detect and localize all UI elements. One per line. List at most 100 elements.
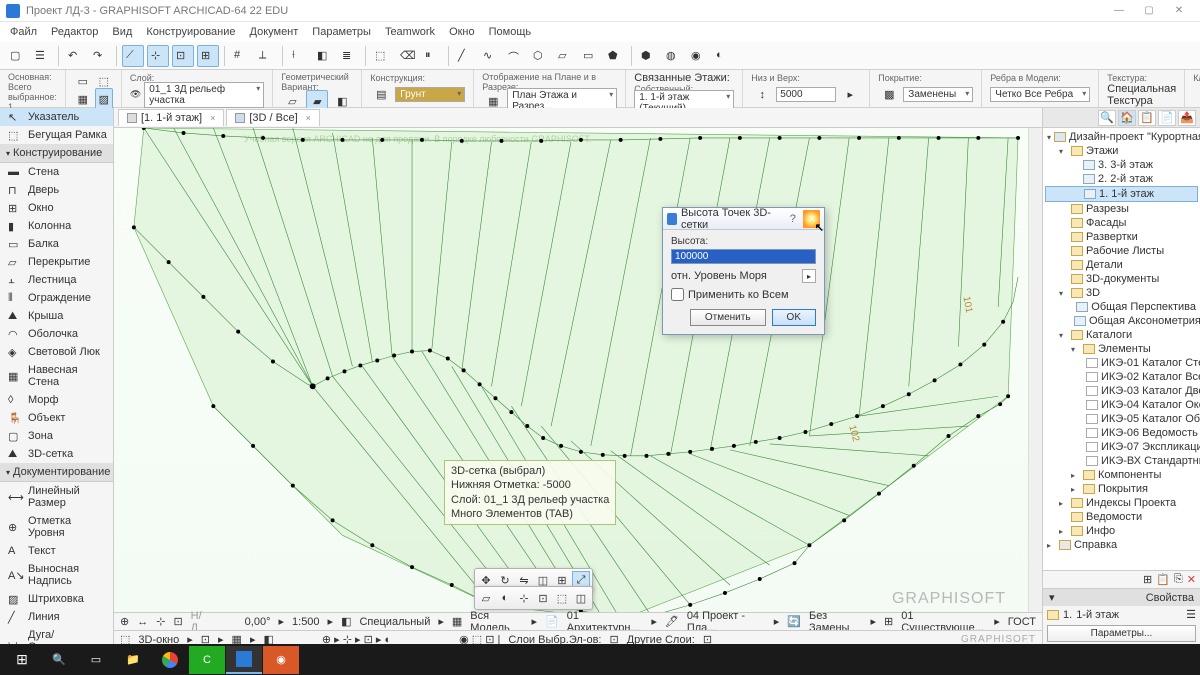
menu-design[interactable]: Конструирование bbox=[140, 24, 241, 40]
taskbar-explorer[interactable]: 📁 bbox=[115, 646, 151, 674]
props-btn[interactable]: ☰ bbox=[1186, 608, 1196, 621]
menu-document[interactable]: Документ bbox=[244, 24, 305, 40]
height-more[interactable]: ▸ bbox=[839, 84, 861, 106]
minimize-button[interactable]: — bbox=[1104, 1, 1134, 21]
tool-mesh[interactable]: ⛰3D-сетка bbox=[0, 445, 113, 463]
props-settings-button[interactable]: Параметры... bbox=[1047, 625, 1196, 642]
nav-tab-layout[interactable]: 📄 bbox=[1158, 110, 1176, 126]
nav-tab-view[interactable]: 📋 bbox=[1138, 110, 1156, 126]
tool-label[interactable]: A↘Выносная Надпись bbox=[0, 560, 113, 590]
dialog-height-input[interactable] bbox=[671, 249, 816, 264]
nav-action-2[interactable]: 📋 bbox=[1156, 573, 1170, 586]
taskbar-app2[interactable]: ◉ bbox=[263, 646, 299, 674]
tool-suspend[interactable]: ⏸ bbox=[421, 45, 443, 67]
nav-action-3[interactable]: ⎘ bbox=[1174, 573, 1183, 586]
nav-search[interactable]: 🔍 bbox=[1098, 110, 1116, 126]
tool-door[interactable]: ⊓Дверь bbox=[0, 181, 113, 199]
tool-morph[interactable]: ◊Морф bbox=[0, 391, 113, 409]
tool-text[interactable]: AТекст bbox=[0, 542, 113, 560]
tool-object[interactable]: 🪑Объект bbox=[0, 409, 113, 427]
pet2-6[interactable]: ◫ bbox=[572, 589, 590, 607]
tool-snap-2[interactable]: ⊹ bbox=[147, 45, 169, 67]
pet2-5[interactable]: ⬚ bbox=[553, 589, 571, 607]
tab-3d[interactable]: [3D / Все]× bbox=[226, 109, 320, 126]
tool-railing[interactable]: ⦀Ограждение bbox=[0, 289, 113, 307]
tool-stair[interactable]: ⫠Лестница bbox=[0, 271, 113, 289]
tool-line4[interactable]: ⬡ bbox=[529, 45, 551, 67]
menu-view[interactable]: Вид bbox=[106, 24, 138, 40]
tool-3d-4[interactable]: ◐ bbox=[712, 45, 734, 67]
nav-action-del[interactable]: ✕ bbox=[1187, 573, 1196, 586]
dialog-help-button[interactable]: ? bbox=[786, 213, 799, 225]
tab-floor-plan[interactable]: [1. 1-й этаж]× bbox=[118, 109, 224, 126]
tool-curtain[interactable]: ▦Навесная Стена bbox=[0, 361, 113, 391]
tool-trash[interactable]: ⌫ bbox=[396, 45, 418, 67]
tool-line7[interactable]: ⬟ bbox=[604, 45, 626, 67]
tool-line3[interactable]: ⌒ bbox=[504, 45, 526, 67]
tool-shell[interactable]: ◠Оболочка bbox=[0, 325, 113, 343]
pet2-2[interactable]: ◐ bbox=[496, 589, 514, 607]
tool-dim[interactable]: ⟷Линейный Размер bbox=[0, 482, 113, 512]
nav-tab-publisher[interactable]: 📤 bbox=[1178, 110, 1196, 126]
drawing-canvas[interactable]: Учебная версия ARCHICAD не для продажи. … bbox=[114, 128, 1028, 630]
constr-icon[interactable]: ▤ bbox=[370, 84, 392, 106]
nav-tab-project[interactable]: 🏠 bbox=[1118, 110, 1136, 126]
taskbar-start[interactable]: ⊞ bbox=[4, 646, 40, 674]
constr-select[interactable]: Грунт bbox=[395, 87, 465, 102]
tool-object[interactable]: ◧ bbox=[313, 45, 335, 67]
dialog-close-button[interactable]: ×↖ bbox=[803, 210, 820, 228]
tool-snap-4[interactable]: ⊞ bbox=[197, 45, 219, 67]
tool-3d-1[interactable]: ⬢ bbox=[637, 45, 659, 67]
tool-measure[interactable]: ⟊ bbox=[288, 45, 310, 67]
dialog-ref-button[interactable]: ▸ bbox=[802, 269, 816, 283]
tool-slab[interactable]: ▱Перекрытие bbox=[0, 253, 113, 271]
tool-3d-2[interactable]: ◍ bbox=[662, 45, 684, 67]
tool-grid[interactable]: # bbox=[230, 45, 252, 67]
height-input[interactable] bbox=[776, 87, 836, 102]
tool-line[interactable]: ╱Линия bbox=[0, 608, 113, 626]
layer-select[interactable]: 01_1 3Д рельеф участка bbox=[144, 82, 264, 108]
tree-item-floor1[interactable]: 1. 1-й этаж bbox=[1045, 186, 1198, 202]
cover-select[interactable]: Заменены bbox=[903, 87, 973, 102]
pet2-3[interactable]: ⊹ bbox=[515, 589, 533, 607]
menu-help[interactable]: Помощь bbox=[483, 24, 538, 40]
tool-open[interactable]: ☰ bbox=[31, 45, 53, 67]
taskbar-app1[interactable]: C bbox=[189, 646, 225, 674]
tool-line2[interactable]: ∿ bbox=[479, 45, 501, 67]
tool-pointer[interactable]: ↖Указатель bbox=[0, 108, 113, 126]
tool-snap-3[interactable]: ⊡ bbox=[172, 45, 194, 67]
tool-snap-1[interactable]: ⟋ bbox=[122, 45, 144, 67]
nav-action-1[interactable]: ⊞ bbox=[1143, 573, 1152, 586]
navigator-tree[interactable]: ▾Дизайн-проект "Курортная ностальгия" ▾Э… bbox=[1043, 128, 1200, 570]
tool-line6[interactable]: ▭ bbox=[579, 45, 601, 67]
menu-options[interactable]: Параметры bbox=[306, 24, 377, 40]
tool-level[interactable]: ⊕Отметка Уровня bbox=[0, 512, 113, 542]
maximize-button[interactable]: ▢ bbox=[1134, 1, 1164, 21]
infobox-sel3[interactable]: ▦ bbox=[74, 88, 92, 110]
menu-teamwork[interactable]: Teamwork bbox=[379, 24, 441, 40]
toolbox-design-header[interactable]: ▾Конструирование bbox=[0, 144, 113, 163]
tab-close-icon[interactable]: × bbox=[306, 113, 311, 123]
tool-zone[interactable]: ▢Зона bbox=[0, 427, 113, 445]
status-opt7[interactable]: ГОСТ bbox=[1008, 616, 1036, 628]
menu-edit[interactable]: Редактор bbox=[45, 24, 104, 40]
tool-marquee[interactable]: ⬚Бегущая Рамка bbox=[0, 126, 113, 144]
props-header[interactable]: Свойства bbox=[1146, 592, 1194, 604]
cover-icon[interactable]: ▩ bbox=[878, 84, 900, 106]
pet2-1[interactable]: ▱ bbox=[477, 589, 495, 607]
dialog-apply-all-checkbox[interactable] bbox=[671, 288, 684, 301]
taskbar-taskview[interactable]: ▭ bbox=[78, 646, 114, 674]
tool-ruler[interactable]: ⟂ bbox=[255, 45, 277, 67]
height-icon[interactable]: ↕ bbox=[751, 84, 773, 106]
tool-new[interactable]: ▢ bbox=[6, 45, 28, 67]
dialog-cancel-button[interactable]: Отменить bbox=[690, 309, 766, 326]
close-button[interactable]: ✕ bbox=[1164, 1, 1194, 21]
pet2-4[interactable]: ⊡ bbox=[534, 589, 552, 607]
status-scale[interactable]: 1:500 bbox=[292, 616, 320, 628]
dialog-ok-button[interactable]: OK bbox=[772, 309, 816, 326]
tool-column[interactable]: ▮Колонна bbox=[0, 217, 113, 235]
status-opt1[interactable]: Специальный bbox=[359, 616, 430, 628]
tool-undo[interactable]: ↶ bbox=[64, 45, 86, 67]
tool-line5[interactable]: ▱ bbox=[554, 45, 576, 67]
tab-close-icon[interactable]: × bbox=[210, 113, 215, 123]
